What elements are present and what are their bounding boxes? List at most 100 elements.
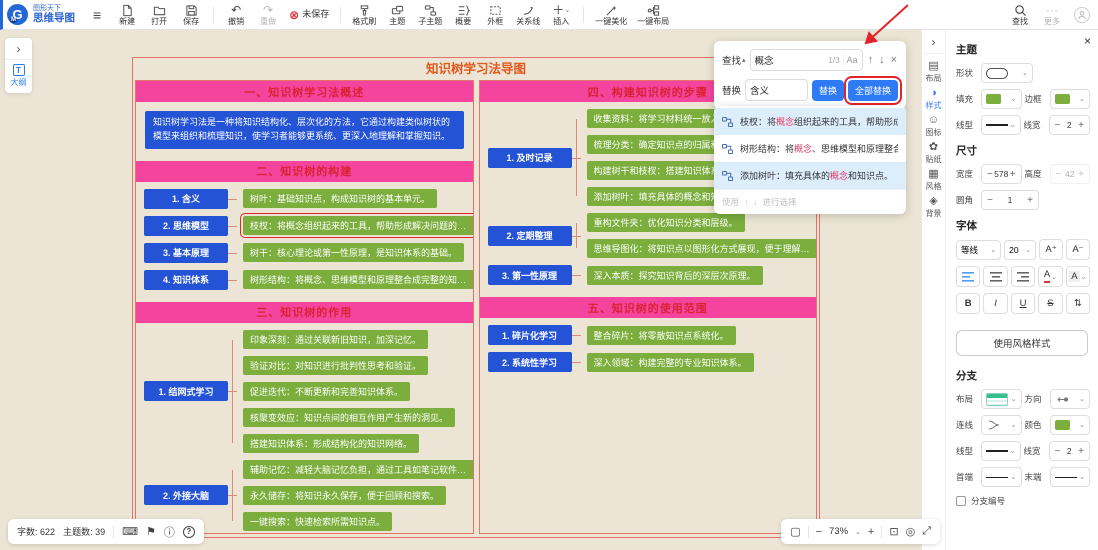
relation-line-button[interactable]: 关系线 — [511, 0, 545, 30]
highlight-color-dropdown[interactable]: A⌄ — [1066, 266, 1090, 287]
branch-number-checkbox[interactable]: 分支编号 — [956, 495, 1088, 507]
find-previous-icon[interactable]: ↑ — [867, 54, 875, 66]
locate-center-icon[interactable]: ◎ — [906, 525, 916, 538]
line-width-stepper[interactable]: −2+ — [1049, 115, 1091, 135]
child-node[interactable]: 树叶：基础知识点，构成知识树的基本单元。 — [243, 189, 437, 208]
find-mode-toggle[interactable]: 查找▴ — [722, 53, 746, 67]
rail-item-stylegrid[interactable]: ▦风格 — [926, 169, 942, 192]
font-color-dropdown[interactable]: A⌄ — [1038, 266, 1062, 287]
collapse-panel-icon[interactable]: › — [924, 35, 942, 54]
flag-icon[interactable]: ⚑ — [146, 525, 156, 538]
more-button[interactable]: ··· 更多 — [1036, 0, 1068, 30]
search-result-item[interactable]: 添加树叶：填充具体的概念和知识点。 — [714, 162, 906, 189]
replace-all-button[interactable]: 全部替换 — [848, 80, 898, 101]
align-left-button[interactable] — [956, 266, 980, 287]
plus-icon[interactable]: + — [1010, 169, 1016, 180]
plus-icon[interactable]: + — [1027, 195, 1033, 206]
section-header-node[interactable]: 一、知识树学习法概述 — [136, 81, 473, 102]
font-size-dropdown[interactable]: 20⌄ — [1004, 240, 1036, 260]
info-icon[interactable]: ⓘ — [164, 524, 175, 540]
underline-button[interactable]: U — [1011, 293, 1035, 314]
help-icon[interactable]: ? — [183, 526, 195, 538]
width-stepper[interactable]: −578+ — [981, 164, 1022, 184]
rail-item-icon[interactable]: ☺图标 — [926, 115, 942, 138]
case-sensitive-toggle[interactable]: Aa — [843, 55, 858, 65]
child-node[interactable]: 枝杈：将概念组织起来的工具，帮助形成解决问题的策略。 — [243, 216, 474, 235]
rail-item-sticker[interactable]: ✿贴纸 — [926, 142, 942, 165]
font-increase-button[interactable]: A⁺ — [1039, 239, 1063, 260]
branch-line-type-dropdown[interactable]: ⌄ — [981, 441, 1021, 461]
topic-button[interactable]: 主题 — [381, 0, 413, 30]
auto-layout-button[interactable]: 一键布局 — [632, 0, 674, 30]
close-dialog-icon[interactable]: × — [890, 54, 898, 66]
search-result-item[interactable]: 枝杈：将概念组织起来的工具，帮助形成解决问题... — [714, 108, 906, 135]
open-button[interactable]: 打开 — [143, 0, 175, 30]
plus-icon[interactable]: + — [1078, 446, 1084, 457]
align-right-button[interactable] — [1011, 266, 1035, 287]
child-node[interactable]: 一键搜索：快速检索所需知识点。 — [243, 512, 392, 531]
child-node[interactable]: 思维导图化：将知识点以图形化方式展现，便于理解和记忆。 — [587, 239, 818, 258]
find-button[interactable]: 查找 — [1004, 0, 1036, 30]
italic-button[interactable]: I — [983, 293, 1007, 314]
parent-node[interactable]: 2. 思维模型 — [144, 216, 228, 236]
user-avatar[interactable] — [1074, 7, 1090, 23]
arrow-start-dropdown[interactable]: ⌄ — [981, 467, 1022, 487]
redo-button[interactable]: ↷ 重做 — [252, 0, 284, 30]
shortcut-keyboard-icon[interactable]: ⌨ — [122, 525, 138, 538]
font-family-dropdown[interactable]: 等线⌄ — [956, 240, 1001, 260]
height-stepper[interactable]: −42+ — [1050, 164, 1091, 184]
rail-item-style[interactable]: ◑样式 — [926, 88, 942, 111]
search-result-item[interactable]: 树形结构：将概念、思维模型和原理整合成完整的... — [714, 135, 906, 162]
child-node[interactable]: 深入本质：探究知识背后的深层次原理。 — [587, 266, 763, 285]
fill-color-dropdown[interactable]: ⌄ — [981, 89, 1022, 109]
minus-icon[interactable]: − — [987, 169, 993, 180]
shape-dropdown[interactable]: ⌄ — [981, 63, 1033, 83]
mindmap-canvas[interactable]: › T 大纲 知识树学习法导图 一、知识树学习法概述知识树学习法是一种将知识结构… — [0, 30, 921, 550]
close-panel-icon[interactable]: × — [1084, 35, 1091, 47]
frame-button[interactable]: 外框 — [479, 0, 511, 30]
direction-dropdown[interactable]: ⌄ — [1050, 389, 1091, 409]
child-node[interactable]: 验证对比：对知识进行批判性思考和验证。 — [243, 356, 428, 375]
summary-button[interactable]: 概要 — [447, 0, 479, 30]
branch-layout-dropdown[interactable]: ⌄ — [981, 389, 1022, 409]
parent-node[interactable]: 1. 及时记录 — [488, 148, 572, 168]
beautify-button[interactable]: 一键美化 — [590, 0, 632, 30]
arrow-end-dropdown[interactable]: ⌄ — [1050, 467, 1091, 487]
parent-node[interactable]: 2. 系统性学习 — [488, 352, 572, 372]
app-logo[interactable]: GM 图形天下 思维导图 — [3, 4, 83, 25]
minus-icon[interactable]: − — [1055, 120, 1061, 131]
use-style-button[interactable]: 使用风格样式 — [956, 330, 1088, 356]
parent-node[interactable]: 3. 第一性原理 — [488, 265, 572, 285]
parent-node[interactable]: 1. 碎片化学习 — [488, 325, 572, 345]
child-node[interactable]: 核聚变效应：知识点间的相互作用产生新的洞见。 — [243, 408, 455, 427]
branch-line-width-stepper[interactable]: −2+ — [1049, 441, 1091, 461]
format-painter-button[interactable]: 格式刷 — [347, 0, 381, 30]
child-node[interactable]: 促进迭代：不断更新和完善知识体系。 — [243, 382, 410, 401]
zoom-in-icon[interactable]: + — [868, 526, 874, 538]
child-node[interactable]: 树形结构：将概念、思维模型和原理整合成完整的知识框架。 — [243, 270, 474, 289]
parent-node[interactable]: 1. 结网式学习 — [144, 381, 228, 401]
font-decrease-button[interactable]: A⁻ — [1066, 239, 1090, 260]
border-color-dropdown[interactable]: ⌄ — [1050, 89, 1091, 109]
insert-button[interactable]: ＋⌄ 插入 — [545, 0, 577, 30]
zoom-out-icon[interactable]: − — [816, 526, 822, 538]
menu-hamburger-icon[interactable]: ≡ — [83, 7, 111, 23]
fit-screen-icon[interactable]: ⊡ — [889, 525, 898, 538]
child-node[interactable]: 树干：核心理论或第一性原理，是知识体系的基础。 — [243, 243, 464, 262]
rail-item-background[interactable]: ◈背景 — [926, 196, 942, 219]
child-node[interactable]: 印象深刻：通过关联新旧知识，加深记忆。 — [243, 330, 428, 349]
plus-icon[interactable]: + — [1078, 120, 1084, 131]
outline-button[interactable]: T 大纲 — [11, 64, 27, 88]
minimap-icon[interactable]: ▢ — [790, 525, 800, 538]
save-button[interactable]: 保存 — [175, 0, 207, 30]
fullscreen-icon[interactable]: ⤢ — [922, 525, 931, 538]
parent-node[interactable]: 2. 外接大脑 — [144, 485, 228, 505]
connline-dropdown[interactable]: ⌄ — [981, 415, 1022, 435]
radius-stepper[interactable]: −1+ — [981, 190, 1039, 210]
minus-icon[interactable]: − — [1055, 446, 1061, 457]
find-next-icon[interactable]: ↓ — [878, 54, 886, 66]
replace-input[interactable]: 含义 — [745, 79, 808, 101]
child-node[interactable]: 辅助记忆：减轻大脑记忆负担，通过工具如笔记软件记录。 — [243, 460, 474, 479]
line-height-button[interactable]: ⇅ — [1066, 293, 1090, 314]
child-node[interactable]: 永久储存：将知识永久保存，便于回顾和搜索。 — [243, 486, 446, 505]
